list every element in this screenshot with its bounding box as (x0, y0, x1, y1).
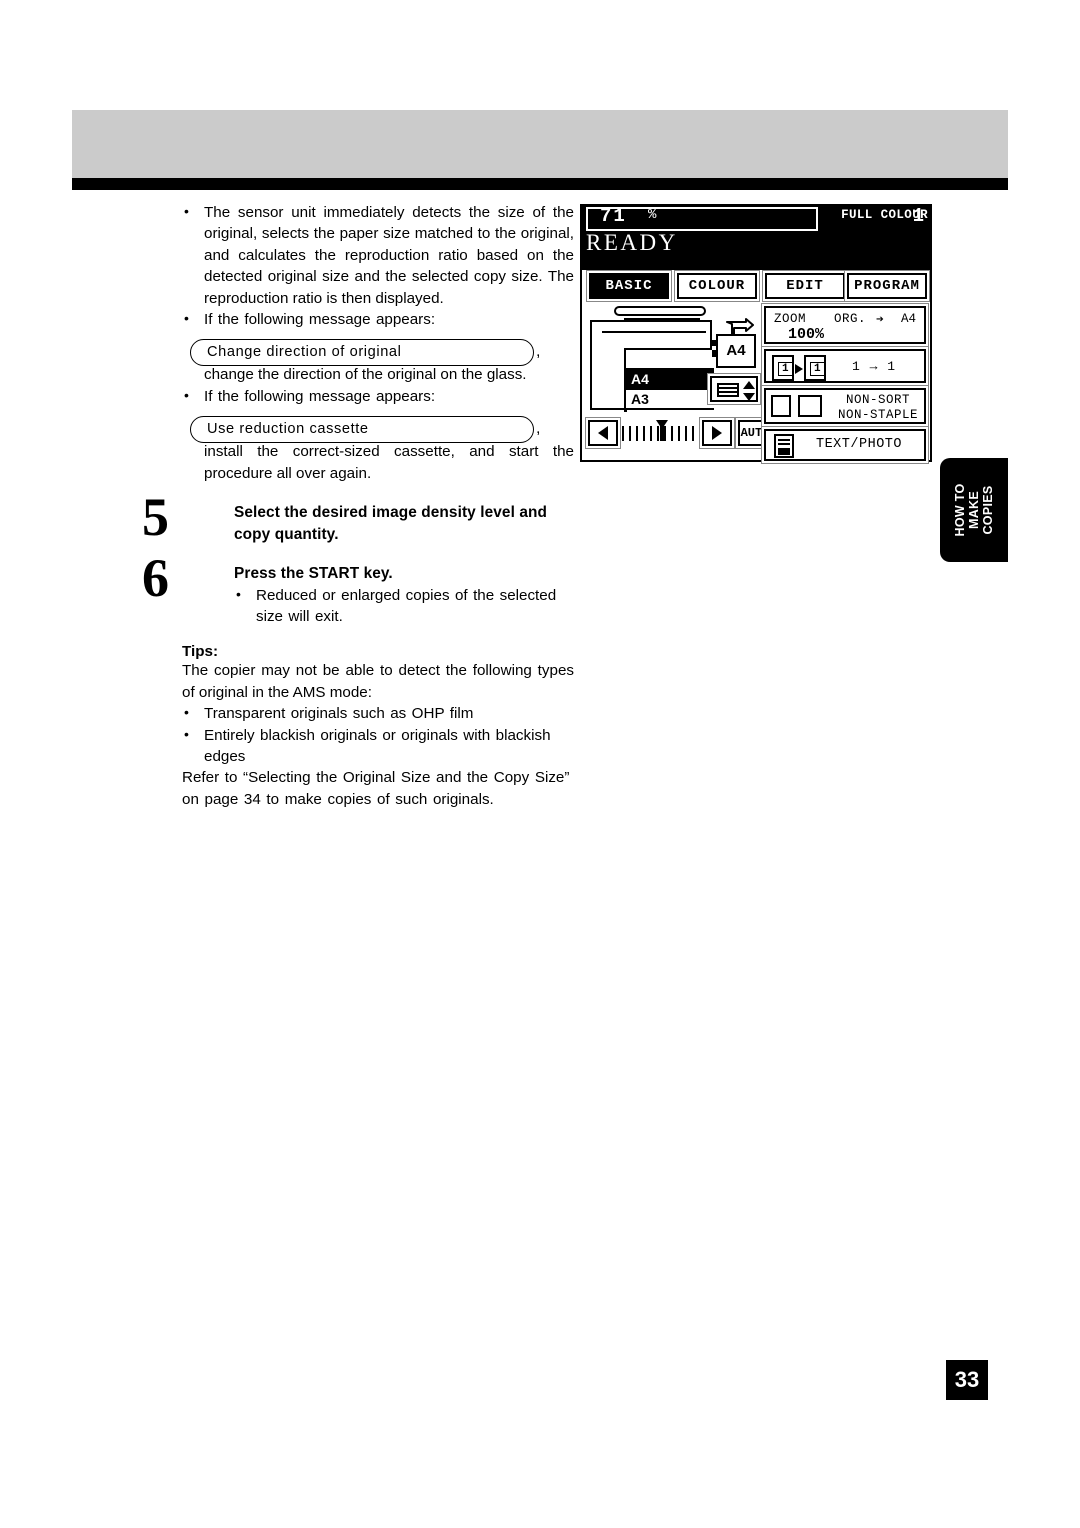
copier-lcd-panel: 71 % 1 FULL COLOUR READY BASIC COLOUR ED… (580, 204, 932, 462)
zoom-label: ZOOM (774, 312, 807, 326)
duplex-arrow-icon (795, 364, 803, 374)
step-5: 5 Select the desired image density level… (142, 490, 574, 545)
cassette-slot-a3[interactable]: A3 (626, 390, 714, 410)
density-marker (656, 420, 668, 441)
message-pill-change-direction: Change direction of original (190, 338, 534, 366)
cassette-slot-a4-selected[interactable]: A4 (626, 370, 714, 390)
page-number: 33 (946, 1360, 988, 1400)
step-6: 6 Press the START key. Reduced or enlarg… (142, 551, 574, 628)
message-comma-2: , (536, 420, 541, 438)
side-tab-line-1: MAKE (967, 491, 981, 530)
cassette-slot-1[interactable] (626, 350, 714, 370)
tab-basic[interactable]: BASIC (589, 273, 669, 299)
left-arrow-icon (598, 426, 608, 440)
step-5-number: 5 (142, 487, 169, 548)
duplex-mode-button[interactable]: 1 → 1 (764, 349, 926, 383)
finisher-label-line2: NON-STAPLE (837, 408, 918, 422)
side-tab-line-2: COPIES (981, 485, 995, 535)
step-6-title: Press the START key. (234, 565, 393, 583)
copier-body-icon: A4 A3 (590, 320, 714, 412)
header-rule (72, 178, 1008, 190)
zoom-percent-value: 100% (788, 326, 825, 343)
lcd-tab-row: BASIC COLOUR EDIT PROGRAM (585, 273, 929, 301)
zoom-ratio-button[interactable]: ZOOM ORG. A4 100% ➔ (764, 306, 926, 344)
tab-edit[interactable]: EDIT (765, 273, 845, 299)
bullet-message-prompt-2: If the following message appears: (182, 385, 574, 407)
tips-intro: The copier may not be able to detect the… (182, 662, 574, 701)
tips-item-0: Transparent originals such as OHP film (182, 702, 574, 724)
platen-cover-icon (614, 306, 706, 316)
selected-paper-size-label: A4 (716, 334, 756, 368)
scanner-unit-icon (602, 322, 706, 333)
single-sided-original-icon (772, 355, 794, 381)
non-staple-stack-icon (798, 395, 822, 417)
original-mode-button[interactable]: TEXT/PHOTO (764, 429, 926, 461)
tips-closing: Refer to “Selecting the Original Size an… (182, 769, 570, 808)
paper-stack-icon (717, 383, 739, 397)
tips-heading: Tips: (182, 643, 219, 661)
finisher-mode-button[interactable]: NON-SORT NON-STAPLE (764, 388, 926, 424)
paragraph-after-message-2: install the correct-sized cassette, and … (204, 443, 574, 482)
step-6-bullet: Reduced or enlarged copies of the select… (234, 584, 574, 628)
chapter-side-tab: HOW TO MAKE COPIES (940, 458, 1008, 562)
message-row-1: Change direction of original, (190, 335, 574, 366)
step-5-title: Select the desired image density level a… (234, 504, 547, 543)
tips-item-1: Entirely blackish originals or originals… (182, 724, 574, 768)
destination-size-label: A4 (900, 312, 916, 326)
body-text-column: The sensor unit immediately detects the … (142, 201, 574, 810)
chapter-side-tab-label: HOW TO MAKE COPIES (953, 484, 995, 537)
up-down-arrow-icon (743, 381, 755, 401)
side-tab-line-0: HOW TO (953, 483, 967, 537)
bypass-tray-button[interactable] (710, 376, 758, 402)
colour-mode-badge: FULL COLOUR (841, 208, 928, 222)
non-sort-stack-icon (771, 395, 791, 417)
paragraph-after-message-1: change the direction of the original on … (204, 366, 527, 384)
message-pill-use-reduction-cassette: Use reduction cassette (190, 415, 534, 443)
finisher-mode-label: NON-SORT NON-STAPLE (838, 393, 918, 423)
reproduction-ratio-value: 71 (600, 205, 627, 227)
right-arrow-icon (712, 426, 722, 440)
lcd-body: BASIC COLOUR EDIT PROGRAM A4 A3 A4 AUTO … (580, 268, 932, 462)
lcd-status-bar: 71 % 1 FULL COLOUR READY (580, 204, 932, 268)
header-band (72, 110, 1008, 178)
single-sided-copy-icon (804, 355, 826, 381)
status-message: READY (586, 230, 678, 255)
size-arrow-icon: ➔ (876, 312, 884, 327)
tab-colour[interactable]: COLOUR (677, 273, 757, 299)
density-control-row: AUTO (588, 420, 772, 448)
bullet-sensor-unit: The sensor unit immediately detects the … (182, 201, 574, 309)
finisher-label-line1: NON-SORT (845, 393, 910, 407)
message-row-2: Use reduction cassette, (190, 412, 574, 443)
bullet-message-prompt-1: If the following message appears: (182, 308, 574, 330)
message-comma-1: , (536, 343, 541, 361)
density-increase-button[interactable] (702, 420, 732, 446)
density-decrease-button[interactable] (588, 420, 618, 446)
duplex-mode-label: 1 → 1 (851, 359, 896, 374)
tab-program[interactable]: PROGRAM (847, 273, 927, 299)
original-mode-label: TEXT/PHOTO (815, 437, 902, 452)
original-size-label: ORG. (834, 312, 867, 326)
percent-sign: % (648, 207, 657, 223)
text-photo-icon (774, 434, 794, 458)
step-6-number: 6 (142, 548, 169, 609)
